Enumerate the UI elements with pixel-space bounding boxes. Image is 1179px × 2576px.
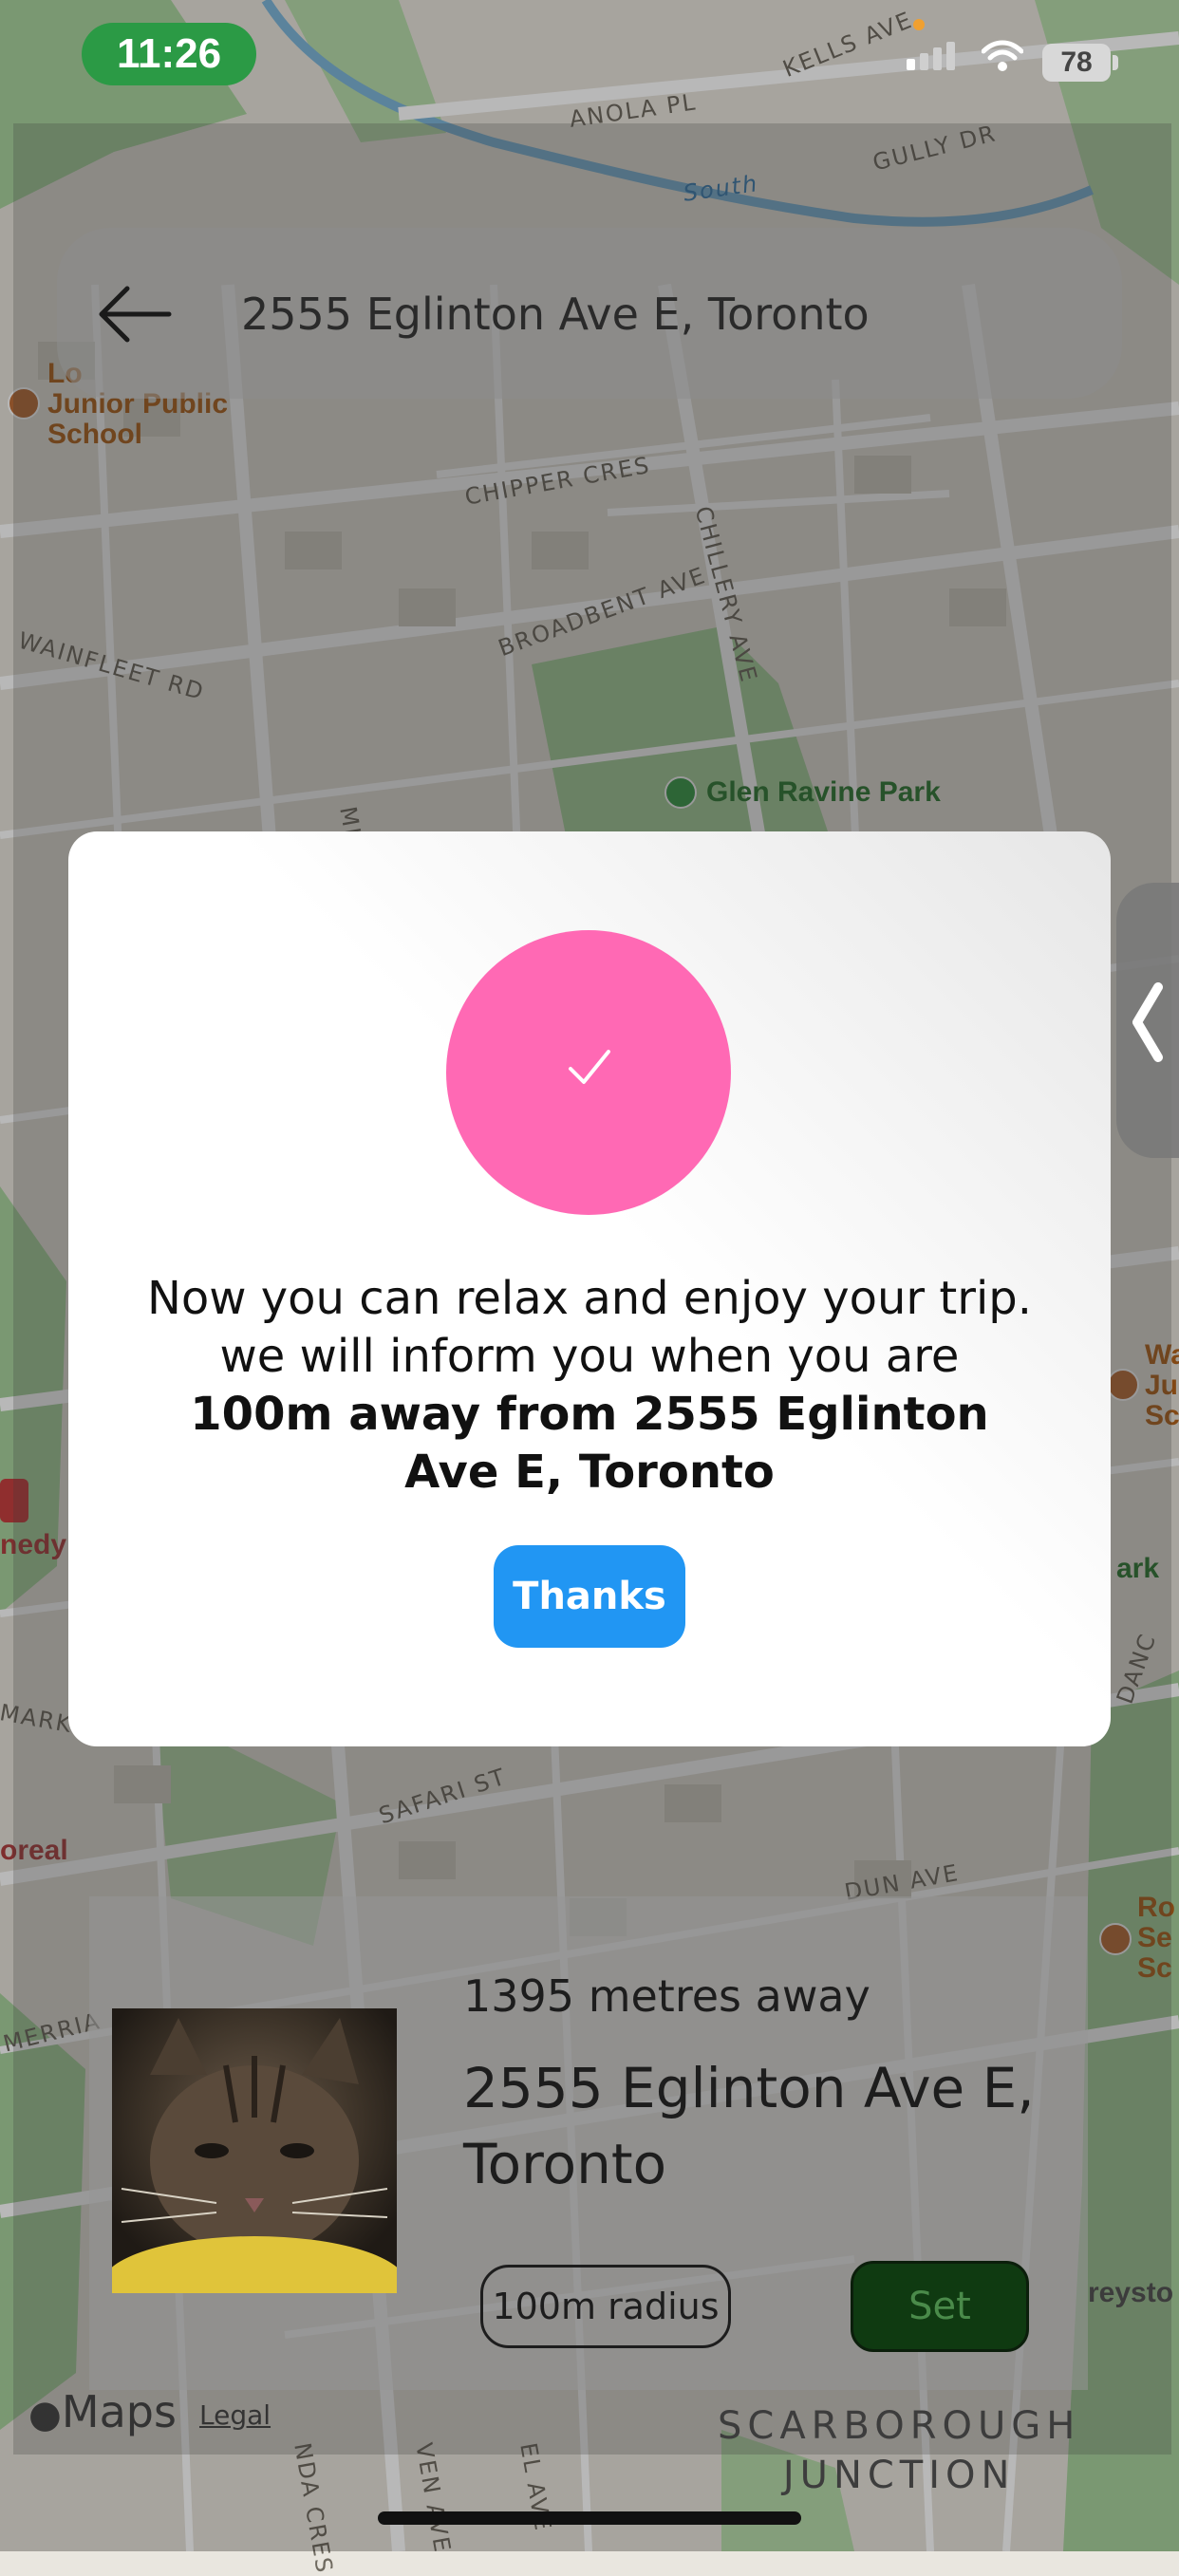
distance-text: 1395 metres away [463,1970,870,2022]
destination-address: 2555 Eglinton Ave E, Toronto [463,2056,1035,2196]
chevron-left-icon [1128,981,1166,1068]
status-time: 11:26 [82,23,256,85]
status-bar: 11:26 78 [0,0,1179,123]
modal-message-line1: Now you can relax and enjoy your trip. [146,1272,1033,1325]
set-button[interactable]: Set [851,2261,1029,2352]
arrow-left-icon [99,286,172,343]
checkmark-icon [567,1048,612,1091]
modal-message-bold: 100m away from 2555 Eglinton Ave E, Toro… [190,1388,989,1499]
battery-indicator: 78 [1042,44,1111,82]
radius-selector[interactable]: 100m radius [480,2265,731,2348]
maps-brand-text: Maps [61,2386,177,2437]
search-address-text[interactable]: 2555 Eglinton Ave E, Toronto [241,281,870,347]
destination-photo [112,2008,397,2293]
modal-message: Now you can relax and enjoy your trip. w… [142,1270,1037,1502]
battery-nub [1113,55,1118,70]
back-button[interactable] [95,281,175,347]
thanks-button[interactable]: Thanks [494,1545,685,1648]
apple-logo-icon: ● [28,2393,62,2436]
maps-brand: ●Maps [28,2386,177,2437]
privacy-indicator-dot [913,19,925,30]
cellular-signal-icon [907,42,960,70]
maps-legal-link[interactable]: Legal [199,2399,271,2431]
modal-message-line2: we will inform you when you are [219,1330,960,1383]
home-indicator[interactable] [378,2511,801,2525]
wifi-icon [981,40,1024,79]
